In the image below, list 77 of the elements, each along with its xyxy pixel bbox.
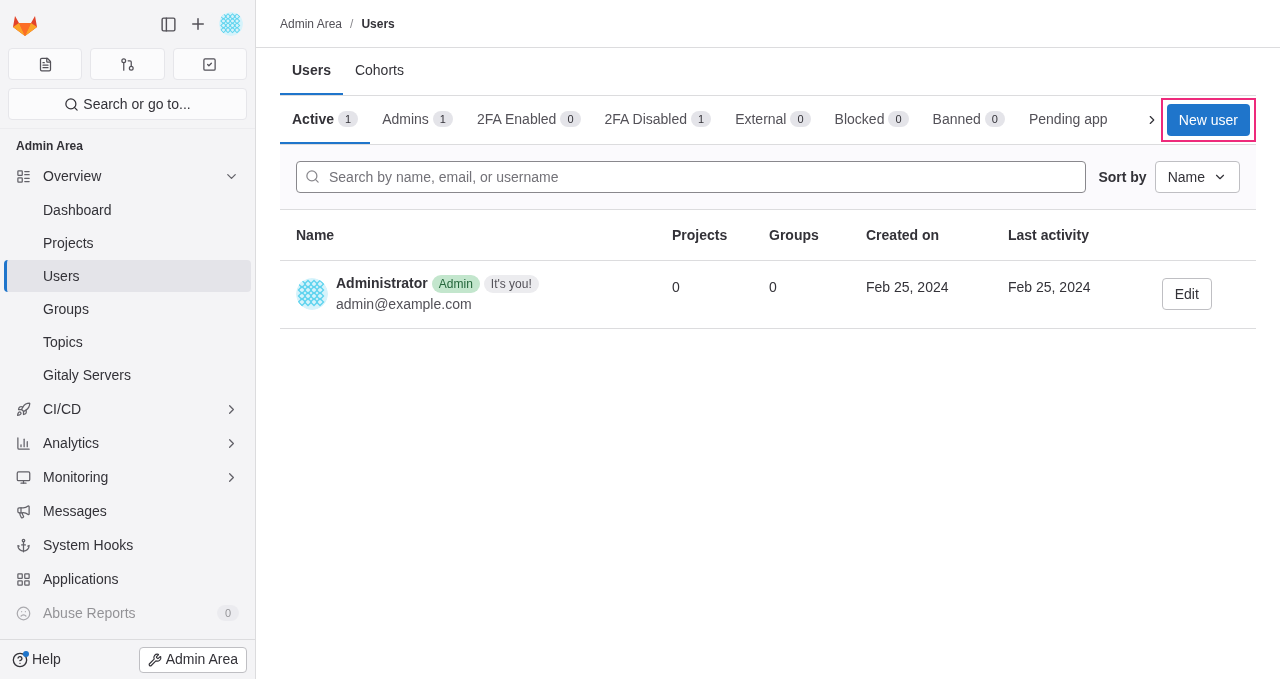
search-icon — [305, 169, 320, 184]
nav-item[interactable]: Overview — [8, 159, 247, 193]
count-badge: 0 — [888, 110, 909, 128]
wrench-icon — [147, 652, 162, 667]
filter-tab[interactable]: 2FA Enabled 0 — [464, 96, 593, 144]
filter-tab[interactable]: 2FA Disabled 1 — [592, 96, 724, 144]
section-title: Admin Area — [15, 138, 84, 155]
checkbox-icon — [202, 56, 218, 72]
table-cell: Feb 25, 2024 — [992, 260, 1146, 328]
count-badge: 0 — [984, 110, 1005, 128]
list-icon — [16, 168, 31, 184]
edit-button[interactable]: Edit — [1161, 278, 1212, 310]
plus-icon[interactable] — [189, 15, 207, 33]
column-header: Last activity — [992, 212, 1146, 260]
user-avatar — [296, 278, 328, 310]
sidebar-toggle-icon[interactable] — [160, 15, 177, 33]
filter-tab[interactable]: Pending app — [1016, 96, 1120, 144]
sad-face-icon — [16, 605, 31, 621]
megaphone-icon — [16, 503, 31, 519]
new-user-button[interactable]: New user — [1166, 104, 1250, 136]
table-cell: 0 — [656, 260, 753, 328]
user-email: admin@example.com — [336, 295, 473, 314]
shortcut-button[interactable] — [172, 48, 247, 80]
nav-subitem[interactable]: Topics — [4, 326, 251, 358]
nav-subitem[interactable]: Dashboard — [4, 194, 251, 226]
nav-item[interactable]: System Hooks — [8, 528, 247, 562]
breadcrumb-link[interactable]: Admin Area — [280, 14, 343, 33]
admin-area-button[interactable]: Admin Area — [138, 646, 247, 673]
user-name-link[interactable]: Administrator — [336, 273, 428, 294]
nav-subitem[interactable]: Groups — [4, 293, 251, 325]
help-button[interactable]: Help — [8, 649, 65, 670]
nav-item[interactable]: CI/CD — [8, 392, 247, 426]
bar-chart-icon — [16, 435, 31, 451]
count-badge: 1 — [691, 110, 712, 128]
filter-tab[interactable]: Banned 0 — [920, 96, 1017, 144]
grid-icon — [16, 571, 31, 587]
column-header: Name — [280, 212, 656, 260]
document-icon — [37, 56, 53, 72]
page-tab[interactable]: Users — [280, 48, 343, 95]
user-badge: Admin — [431, 274, 480, 293]
shortcut-button[interactable] — [90, 48, 165, 80]
search-icon — [64, 96, 80, 112]
rocket-icon — [16, 401, 31, 417]
nav-item[interactable]: Monitoring — [8, 460, 247, 494]
nav-item[interactable]: Applications — [8, 562, 247, 596]
count-badge: 0 — [560, 110, 581, 128]
nav-subitem[interactable]: Users — [4, 260, 251, 292]
search-button[interactable]: Search or go to... — [8, 88, 247, 120]
count-badge: 1 — [432, 110, 453, 128]
column-header: Groups — [753, 212, 850, 260]
filter-tab[interactable]: Blocked 0 — [822, 96, 921, 144]
column-header: Created on — [850, 212, 992, 260]
filter-tab[interactable]: Admins 1 — [370, 96, 465, 144]
table-cell: 0 — [753, 260, 850, 328]
user-avatar — [219, 12, 243, 36]
page-tab[interactable]: Cohorts — [342, 48, 416, 95]
sort-label: Sort by — [1098, 167, 1147, 187]
count-badge: 1 — [338, 110, 359, 128]
shortcut-button[interactable] — [8, 48, 83, 80]
nav-item[interactable]: Messages — [8, 494, 247, 528]
search-field[interactable]: Search by name, email, or username — [296, 161, 1087, 193]
merge-request-icon — [120, 56, 135, 72]
nav-item[interactable]: Analytics — [8, 426, 247, 460]
monitor-icon — [16, 469, 31, 485]
user-badge: It's you! — [483, 274, 539, 293]
table-cell: Feb 25, 2024 — [850, 260, 992, 328]
breadcrumb-link[interactable]: Users — [361, 14, 395, 33]
nav-subitem[interactable]: Projects — [4, 227, 251, 259]
count-badge: 0 — [216, 604, 239, 622]
help-icon — [12, 651, 28, 668]
anchor-icon — [16, 537, 31, 553]
filter-tab[interactable]: External 0 — [723, 96, 823, 144]
sort-dropdown[interactable]: Name — [1154, 161, 1240, 193]
column-header: Projects — [656, 212, 753, 260]
nav-subitem[interactable]: Gitaly Servers — [4, 359, 251, 391]
count-badge: 0 — [790, 110, 811, 128]
breadcrumb-separator: / — [350, 15, 354, 33]
